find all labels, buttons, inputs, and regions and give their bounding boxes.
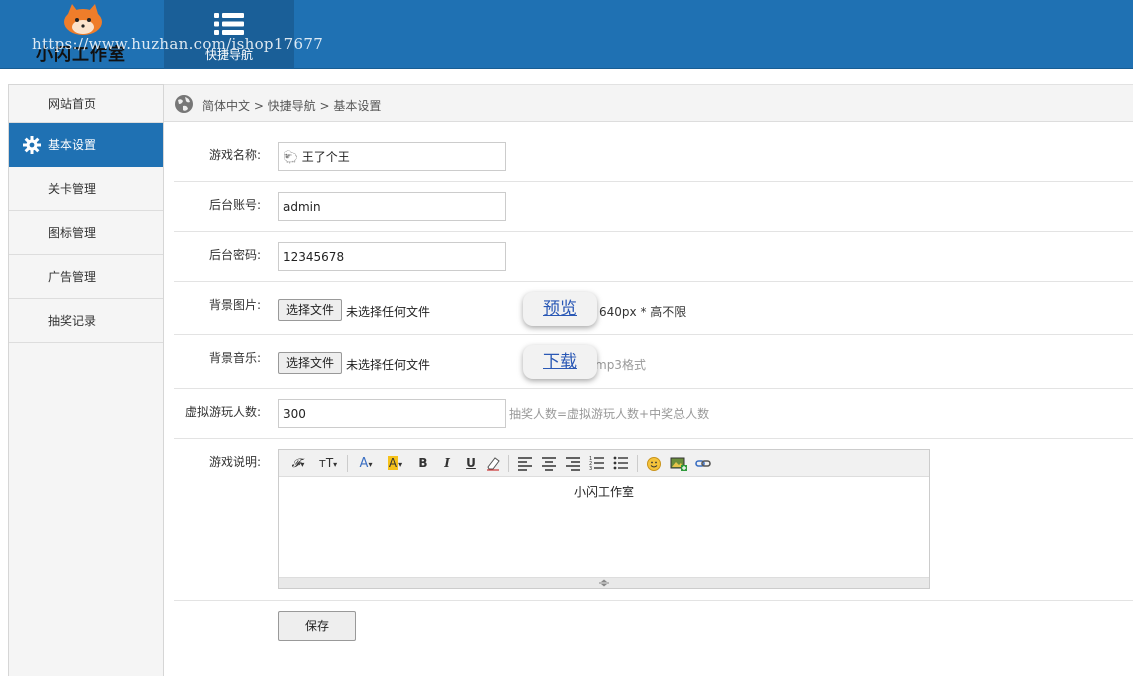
form-row-admin-password: 后台密码: [174,232,1133,282]
toolbar-separator [508,455,509,472]
editor-content-text: 小闪工作室 [573,485,634,499]
gear-icon [23,136,41,154]
sidebar-item-basic-settings[interactable]: 基本设置 [9,123,163,167]
music-format-hint: mp3格式 [595,358,646,372]
font-family-button[interactable]: 𝓕▾ [287,455,309,472]
toolbar-separator [347,455,348,472]
fox-logo-icon [64,4,102,35]
description-label: 游戏说明: [208,455,261,469]
sidebar-item-label: 基本设置 [48,138,97,152]
list-icon [214,13,244,35]
link-icon[interactable] [695,455,711,472]
sidebar-item-label: 抽奖记录 [48,314,97,328]
editor-resize-bar[interactable] [279,577,929,588]
ordered-list-icon[interactable]: 123 [589,455,605,472]
admin-account-label: 后台账号: [208,198,261,212]
sidebar-item-ads[interactable]: 广告管理 [9,255,163,299]
admin-password-input[interactable] [278,242,506,271]
font-size-glyph: тT [318,456,334,470]
admin-account-input[interactable] [278,192,506,221]
form-row-admin-account: 后台账号: [174,182,1133,232]
align-center-icon[interactable] [541,455,557,472]
sidebar: 网站首页 基本设置 关卡管理 图标管理 广告管理 抽奖记录 [8,84,164,676]
sidebar-item-label: 图标管理 [48,226,97,240]
bold-button[interactable]: B [413,455,433,472]
resize-grip-icon [599,579,609,587]
eraser-icon[interactable] [485,455,501,472]
insert-image-icon[interactable] [670,455,687,472]
sidebar-item-label: 广告管理 [48,270,97,284]
bullet-list-icon[interactable] [613,455,629,472]
game-name-input[interactable] [278,142,506,171]
italic-button[interactable]: I [437,455,457,472]
globe-icon [175,95,193,113]
form-row-description: 游戏说明: 𝓕▾ тT▾ A▾ A▾ B I U 1 2 3 小闪工作室 [174,439,1133,601]
font-size-button[interactable]: тT▾ [316,455,340,472]
align-right-icon[interactable] [565,455,581,472]
sidebar-item-lottery-records[interactable]: 抽奖记录 [9,299,163,343]
image-size-hint: 640px * 高不限 [599,305,687,319]
save-button[interactable]: 保存 [278,611,356,641]
watermark-text: https://www.huzhan.com/ishop17677 [32,35,324,53]
font-color-button[interactable]: A▾ [355,455,377,472]
editor-content-area[interactable]: 小闪工作室 [279,477,929,577]
sidebar-item-home[interactable]: 网站首页 [9,85,163,123]
download-button[interactable]: 下载 [523,345,597,379]
virtual-players-hint: 抽奖人数=虚拟游玩人数+中奖总人数 [509,407,710,421]
sidebar-item-icons[interactable]: 图标管理 [9,211,163,255]
form-row-game-name: 游戏名称: [174,122,1133,182]
toolbar-separator [637,455,638,472]
svg-text:3: 3 [589,466,592,472]
highlight-glyph: A [387,456,399,470]
highlight-color-button[interactable]: A▾ [383,455,407,472]
preview-button[interactable]: 预览 [523,292,597,326]
emoji-icon[interactable] [646,455,662,472]
virtual-players-label: 虚拟游玩人数: [184,405,261,419]
choose-music-button[interactable]: 选择文件 [278,352,343,374]
game-name-label: 游戏名称: [208,148,261,162]
top-header: 小闪工作室 快捷导航 https://www.huzhan.com/ishop1… [0,0,1133,69]
form-row-background-music: 背景音乐: 选择文件 未选择任何文件 mp3格式 下载 [174,335,1133,389]
admin-password-label: 后台密码: [208,248,261,262]
image-file-status: 未选择任何文件 [346,305,431,319]
sidebar-item-label: 网站首页 [48,97,97,111]
virtual-players-input[interactable] [278,399,506,428]
background-image-label: 背景图片: [208,298,261,312]
choose-image-button[interactable]: 选择文件 [278,299,343,321]
background-music-label: 背景音乐: [208,351,261,365]
form-row-virtual-players: 虚拟游玩人数: 抽奖人数=虚拟游玩人数+中奖总人数 [174,389,1133,439]
sidebar-item-label: 关卡管理 [48,182,97,196]
form-row-background-image: 背景图片: 选择文件 未选择任何文件 预览 640px * 高不限 [174,282,1133,335]
breadcrumb: 简体中文 > 快捷导航 > 基本设置 [164,84,1133,122]
underline-button[interactable]: U [461,455,481,472]
music-file-status: 未选择任何文件 [346,358,431,372]
breadcrumb-text: 简体中文 > 快捷导航 > 基本设置 [202,99,382,113]
rich-text-editor: 𝓕▾ тT▾ A▾ A▾ B I U 123 小闪工作室 [278,449,930,589]
editor-toolbar: 𝓕▾ тT▾ A▾ A▾ B I U 123 [279,450,929,477]
sidebar-item-levels[interactable]: 关卡管理 [9,167,163,211]
align-left-icon[interactable] [517,455,533,472]
